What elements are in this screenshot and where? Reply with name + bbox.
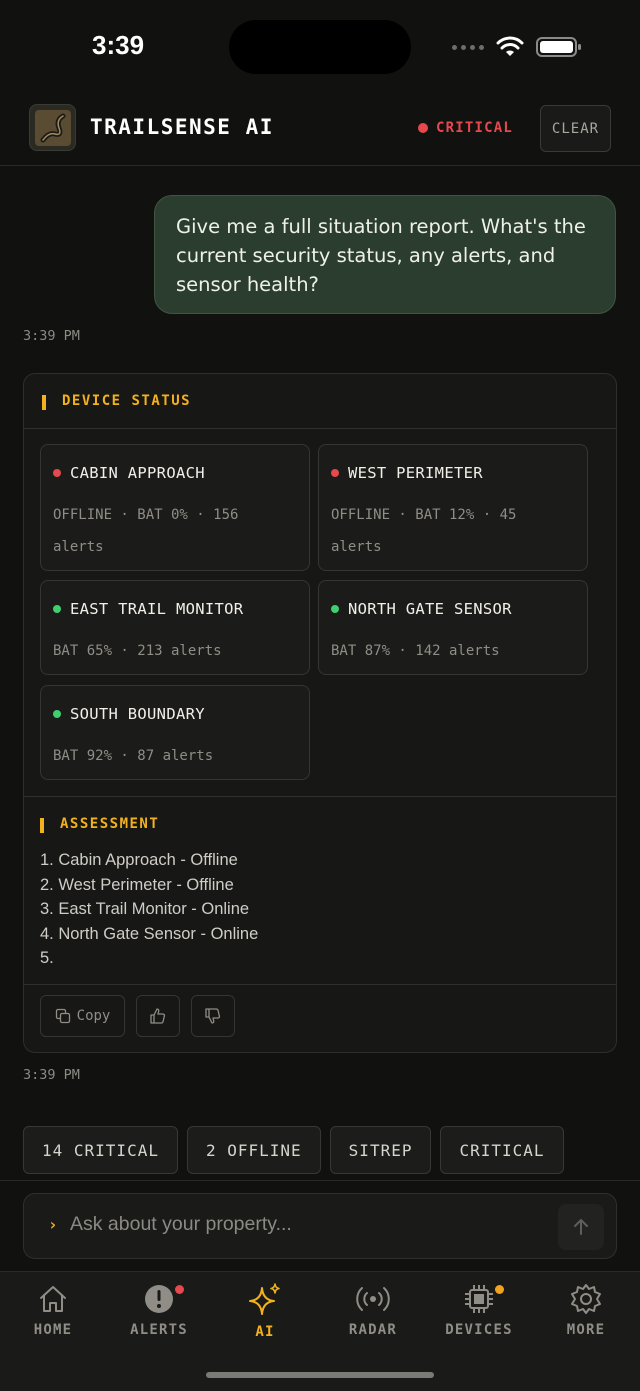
device-meta: OFFLINE · BAT 12% · 45 alerts	[331, 507, 517, 555]
device-meta: OFFLINE · BAT 0% · 156 alerts	[53, 507, 239, 555]
online-dot-icon	[331, 605, 339, 613]
device-meta: BAT 92% · 87 alerts	[53, 748, 214, 764]
device-card-west-perimeter[interactable]: WEST PERIMETER OFFLINE · BAT 12% · 45 al…	[318, 444, 588, 571]
assessment-title: ASSESSMENT	[60, 816, 160, 832]
tab-label: ALERTS	[130, 1322, 188, 1338]
tab-label: RADAR	[348, 1322, 398, 1338]
signal-icon	[452, 44, 484, 50]
thumbs-down-icon	[205, 1008, 221, 1024]
chip-critical-count[interactable]: 14 CRITICAL	[23, 1126, 178, 1174]
clear-button[interactable]: CLEAR	[540, 105, 611, 152]
device-name: EAST TRAIL MONITOR	[70, 600, 244, 618]
device-meta: BAT 65% · 213 alerts	[53, 643, 222, 659]
device-card-east-trail-monitor[interactable]: EAST TRAIL MONITOR BAT 65% · 213 alerts	[40, 580, 310, 675]
assessment-item: 3. East Trail Monitor - Online	[40, 900, 250, 918]
device-card-cabin-approach[interactable]: CABIN APPROACH OFFLINE · BAT 0% · 156 al…	[40, 444, 310, 571]
assessment-item: 5.	[40, 949, 54, 967]
dynamic-island	[229, 20, 411, 74]
gear-icon	[571, 1284, 601, 1314]
tab-label: AI	[255, 1324, 275, 1340]
tab-alerts[interactable]: ALERTS	[106, 1282, 212, 1338]
message-input[interactable]: Ask about your property...	[70, 1213, 292, 1236]
device-card-south-boundary[interactable]: SOUTH BOUNDARY BAT 92% · 87 alerts	[40, 685, 310, 780]
copy-button[interactable]: Copy	[40, 995, 125, 1037]
prompt-chevron-icon: ›	[48, 1215, 58, 1234]
online-dot-icon	[53, 710, 61, 718]
trail-logo-icon	[34, 109, 71, 146]
radar-icon	[356, 1287, 390, 1311]
user-message-bubble: Give me a full situation report. What's …	[154, 195, 616, 314]
device-name: WEST PERIMETER	[348, 464, 483, 482]
battery-icon	[536, 37, 581, 57]
assessment-item: 1. Cabin Approach - Offline	[40, 851, 238, 869]
sparkle-icon	[249, 1283, 280, 1315]
app-title: TRAILSENSE AI	[90, 115, 274, 139]
ai-response-card: DEVICE STATUS CABIN APPROACH OFFLINE · B…	[23, 373, 617, 1053]
status-time: 3:39	[92, 30, 145, 60]
section-bar-icon	[40, 818, 44, 833]
home-icon	[40, 1286, 66, 1312]
offline-dot-icon	[331, 469, 339, 477]
app-logo	[29, 104, 76, 151]
thumbs-up-icon	[150, 1008, 166, 1024]
critical-dot-icon	[418, 123, 428, 133]
ai-response-time: 3:39 PM	[23, 1067, 80, 1083]
tab-label: MORE	[566, 1322, 606, 1338]
tab-label: DEVICES	[445, 1322, 513, 1338]
thumbs-up-button[interactable]	[136, 995, 180, 1037]
tab-radar[interactable]: RADAR	[320, 1282, 426, 1338]
tab-more[interactable]: MORE	[533, 1282, 639, 1338]
copy-label: Copy	[76, 1008, 111, 1024]
online-dot-icon	[53, 605, 61, 613]
status-icons	[452, 36, 582, 58]
thumbs-down-button[interactable]	[191, 995, 235, 1037]
device-status-header: DEVICE STATUS	[24, 374, 616, 429]
wifi-icon	[496, 36, 524, 56]
assessment-item: 4. North Gate Sensor - Online	[40, 924, 259, 943]
chip-icon	[465, 1285, 493, 1313]
chip-sitrep[interactable]: SITREP	[329, 1126, 432, 1174]
arrow-up-icon	[574, 1219, 588, 1235]
user-message-time: 3:39 PM	[23, 328, 80, 344]
section-divider	[24, 796, 616, 797]
device-name: NORTH GATE SENSOR	[348, 600, 512, 618]
assessment-list: 1. Cabin Approach - Offline 2. West Peri…	[40, 848, 258, 971]
copy-icon	[55, 1008, 70, 1024]
devices-badge	[495, 1285, 504, 1294]
device-meta: BAT 87% · 142 alerts	[331, 643, 500, 659]
alerts-badge	[175, 1285, 184, 1294]
section-divider	[24, 984, 616, 985]
tab-home[interactable]: HOME	[0, 1282, 106, 1338]
status-bar: 3:39	[0, 0, 640, 95]
message-input-box[interactable]: › Ask about your property...	[23, 1193, 617, 1259]
composer: › Ask about your property...	[0, 1180, 640, 1270]
device-name: SOUTH BOUNDARY	[70, 705, 205, 723]
assessment-item: 2. West Perimeter - Offline	[40, 875, 234, 894]
send-button[interactable]	[558, 1204, 604, 1250]
tab-ai[interactable]: AI	[212, 1282, 318, 1340]
chip-critical[interactable]: CRITICAL	[440, 1126, 564, 1174]
alert-icon	[145, 1285, 173, 1313]
device-status-title: DEVICE STATUS	[62, 393, 192, 409]
device-name: CABIN APPROACH	[70, 464, 205, 482]
app-header: TRAILSENSE AI CRITICAL CLEAR	[0, 96, 640, 166]
chip-offline-count[interactable]: 2 OFFLINE	[186, 1126, 321, 1174]
device-card-north-gate-sensor[interactable]: NORTH GATE SENSOR BAT 87% · 142 alerts	[318, 580, 588, 675]
home-indicator[interactable]	[206, 1372, 434, 1378]
quick-action-chips: 14 CRITICAL 2 OFFLINE SITREP CRITICAL	[23, 1126, 564, 1174]
tab-devices[interactable]: DEVICES	[426, 1282, 532, 1338]
critical-status-label: CRITICAL	[436, 120, 514, 136]
offline-dot-icon	[53, 469, 61, 477]
section-bar-icon	[42, 395, 46, 410]
critical-status-indicator: CRITICAL	[418, 120, 513, 136]
tab-label: HOME	[33, 1322, 73, 1338]
